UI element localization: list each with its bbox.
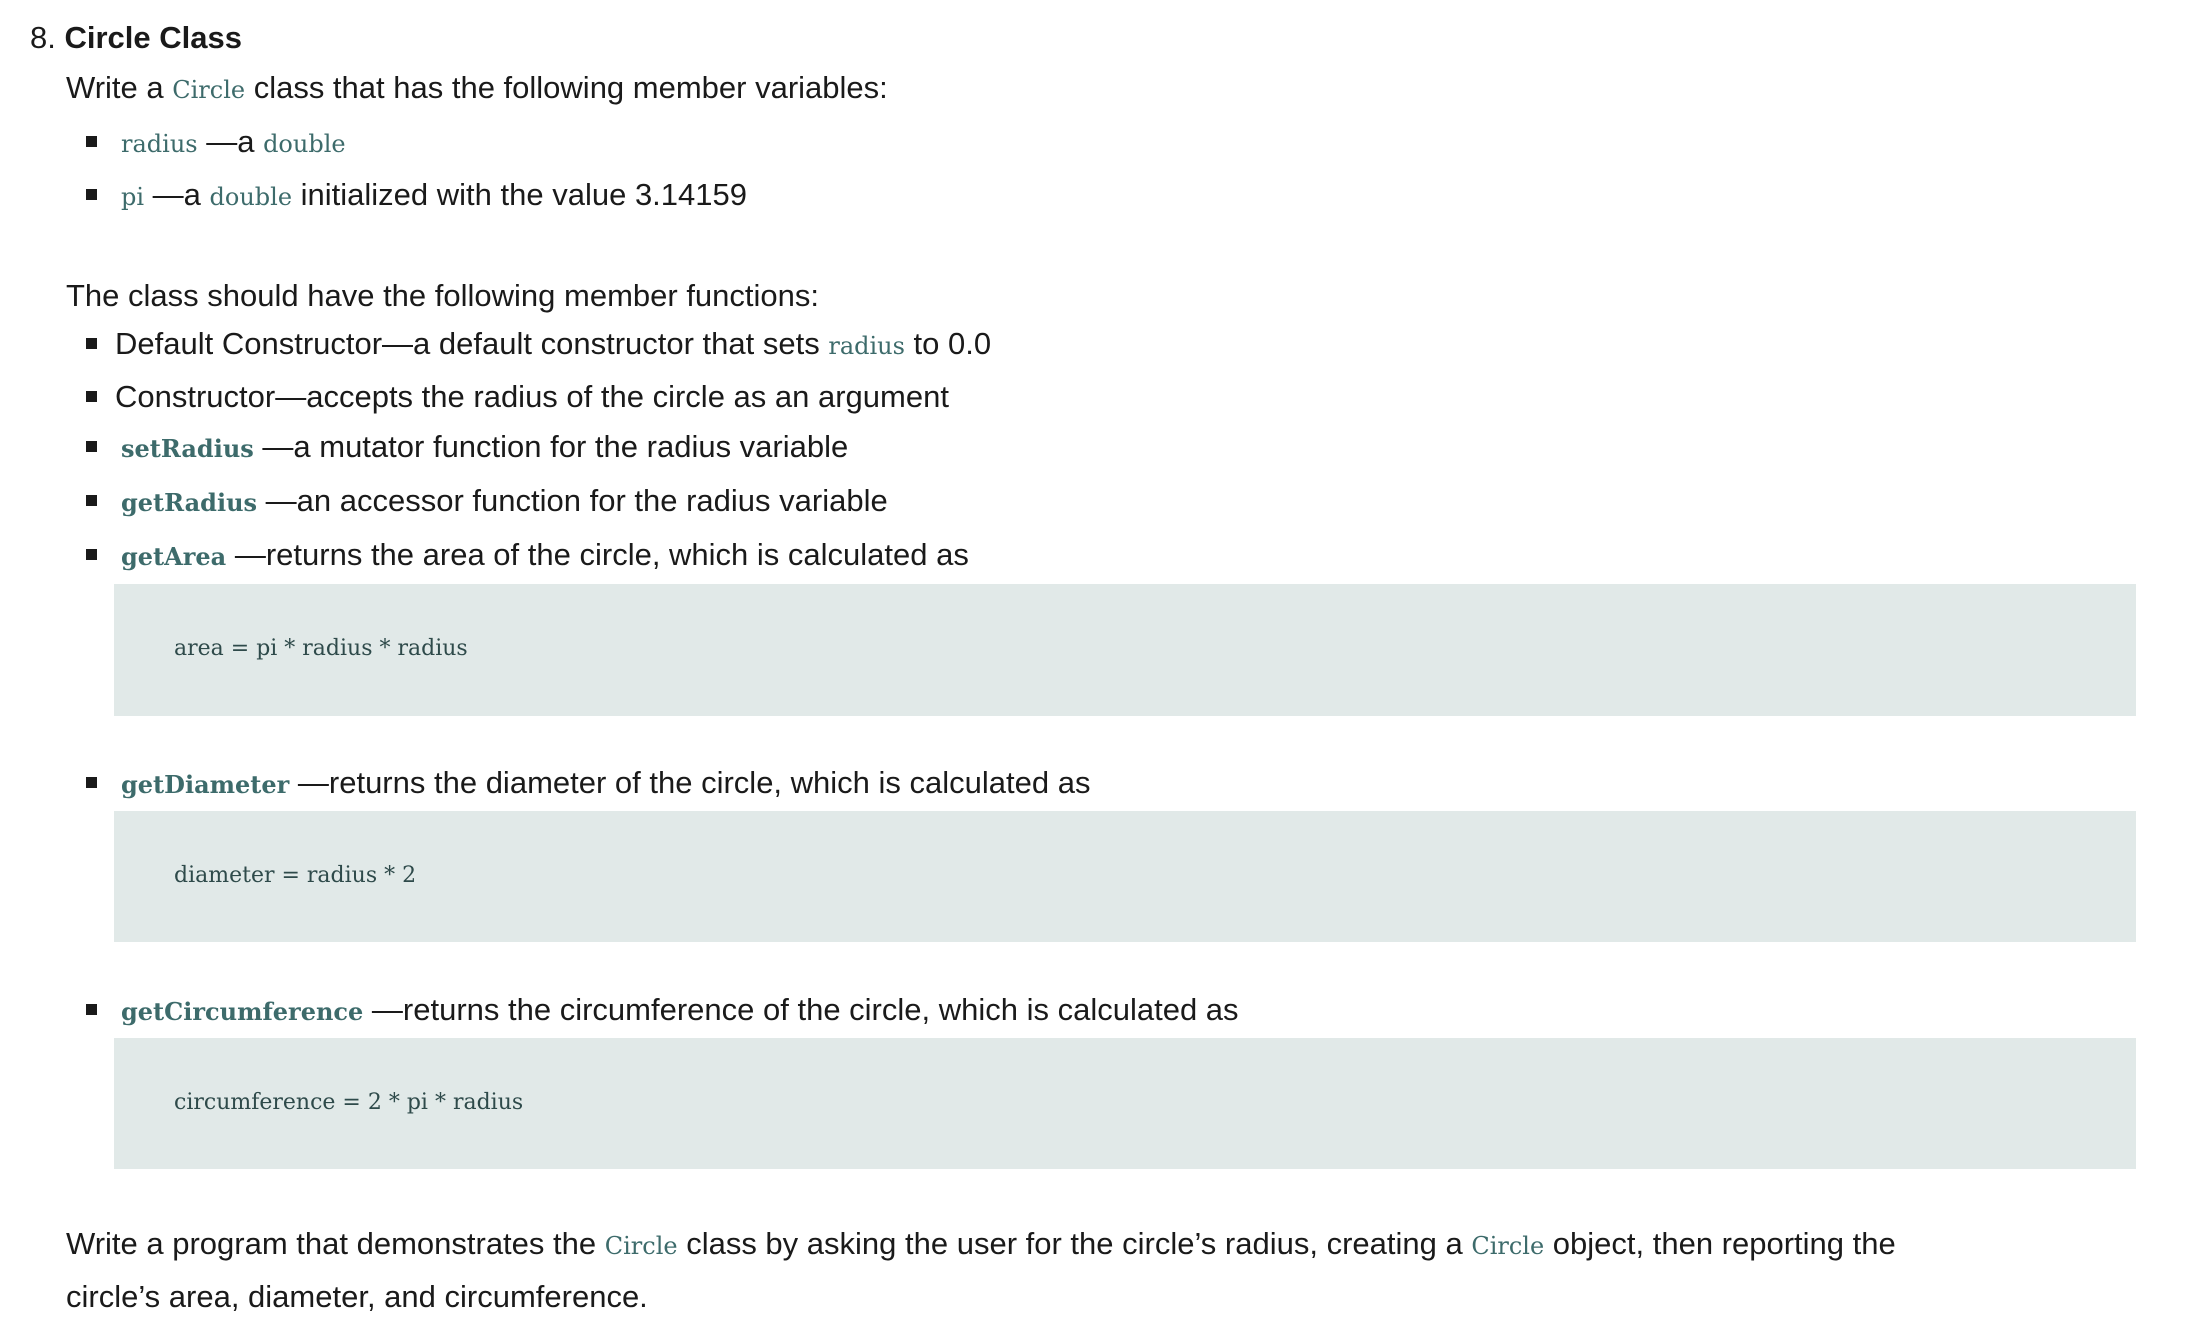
variable-item-pi: pi —a double initialized with the value …: [121, 175, 747, 217]
function-text: Constructor—accepts the radius of the ci…: [115, 379, 949, 414]
section-number: 8.: [30, 20, 56, 55]
closing-text: object, then reporting the: [1544, 1226, 1896, 1261]
function-text: —a mutator function for the radius varia…: [253, 429, 849, 464]
closing-paragraph-line1: Write a program that demonstrates the Ci…: [66, 1224, 1896, 1266]
bullet-icon: [86, 441, 97, 452]
code-block-area: area = pi * radius * radius: [114, 584, 2136, 716]
function-item-default-constructor: Default Constructor—a default constructo…: [115, 324, 991, 366]
closing-code: Circle: [1471, 1232, 1545, 1260]
variable-item-radius: radius —a double: [121, 122, 346, 164]
function-code: getCircumference: [121, 997, 364, 1026]
intro-paragraph: Write a Circle class that has the follow…: [66, 68, 888, 110]
function-text-rest: to 0.0: [904, 326, 992, 361]
intro-text-rest: class that has the following member vari…: [245, 70, 888, 105]
bullet-icon: [86, 391, 97, 402]
variable-name: radius: [121, 130, 198, 158]
function-code: setRadius: [121, 434, 254, 463]
function-item-constructor: Constructor—accepts the radius of the ci…: [115, 377, 949, 417]
bullet-icon: [86, 495, 97, 506]
function-text: —returns the diameter of the circle, whi…: [289, 765, 1091, 800]
section-title: Circle Class: [64, 20, 242, 55]
closing-code: Circle: [604, 1232, 678, 1260]
document-page: 8. Circle Class Write a Circle class tha…: [0, 0, 2202, 1314]
function-item-setradius: setRadius —a mutator function for the ra…: [121, 427, 848, 469]
function-code: getRadius: [121, 488, 258, 517]
intro-code: Circle: [172, 76, 246, 104]
bullet-icon: [86, 189, 97, 200]
code-block-circumference: circumference = 2 * pi * radius: [114, 1038, 2136, 1169]
intro-text: Write a: [66, 70, 173, 105]
variable-type: double: [263, 130, 346, 158]
bullet-icon: [86, 136, 97, 147]
function-text: —returns the area of the circle, which i…: [226, 537, 969, 572]
functions-heading: The class should have the following memb…: [66, 278, 820, 313]
bullet-icon: [86, 338, 97, 349]
closing-text: Write a program that demonstrates the: [66, 1226, 605, 1261]
function-item-getarea: getArea —returns the area of the circle,…: [121, 535, 969, 577]
function-code: getDiameter: [121, 770, 290, 799]
bullet-icon: [86, 549, 97, 560]
function-text: Default Constructor—a default constructo…: [115, 326, 829, 361]
function-code: getArea: [121, 542, 227, 571]
function-item-getradius: getRadius —an accessor function for the …: [121, 481, 888, 523]
variable-sep: —a: [197, 124, 264, 159]
formula-diameter: diameter = radius * 2: [174, 863, 417, 888]
variable-type: double: [209, 183, 293, 211]
variable-name: pi: [121, 183, 145, 211]
bullet-icon: [86, 1004, 97, 1015]
section-heading: 8. Circle Class: [30, 18, 242, 58]
function-text: —an accessor function for the radius var…: [257, 483, 888, 518]
function-item-getdiameter: getDiameter —returns the diameter of the…: [121, 763, 1090, 805]
variable-sep: —a: [144, 177, 210, 212]
function-code: radius: [828, 332, 905, 360]
formula-circumference: circumference = 2 * pi * radius: [174, 1090, 524, 1115]
function-item-getcircumference: getCircumference —returns the circumfere…: [121, 990, 1239, 1032]
closing-text: class by asking the user for the circle’…: [677, 1226, 1472, 1261]
function-text: —returns the circumference of the circle…: [363, 992, 1239, 1027]
code-block-diameter: diameter = radius * 2: [114, 811, 2136, 942]
formula-area: area = pi * radius * radius: [174, 636, 468, 661]
variable-rest: initialized with the value 3.14159: [292, 177, 747, 212]
closing-paragraph-line2: circle’s area, diameter, and circumferen…: [66, 1279, 648, 1314]
bullet-icon: [86, 777, 97, 788]
